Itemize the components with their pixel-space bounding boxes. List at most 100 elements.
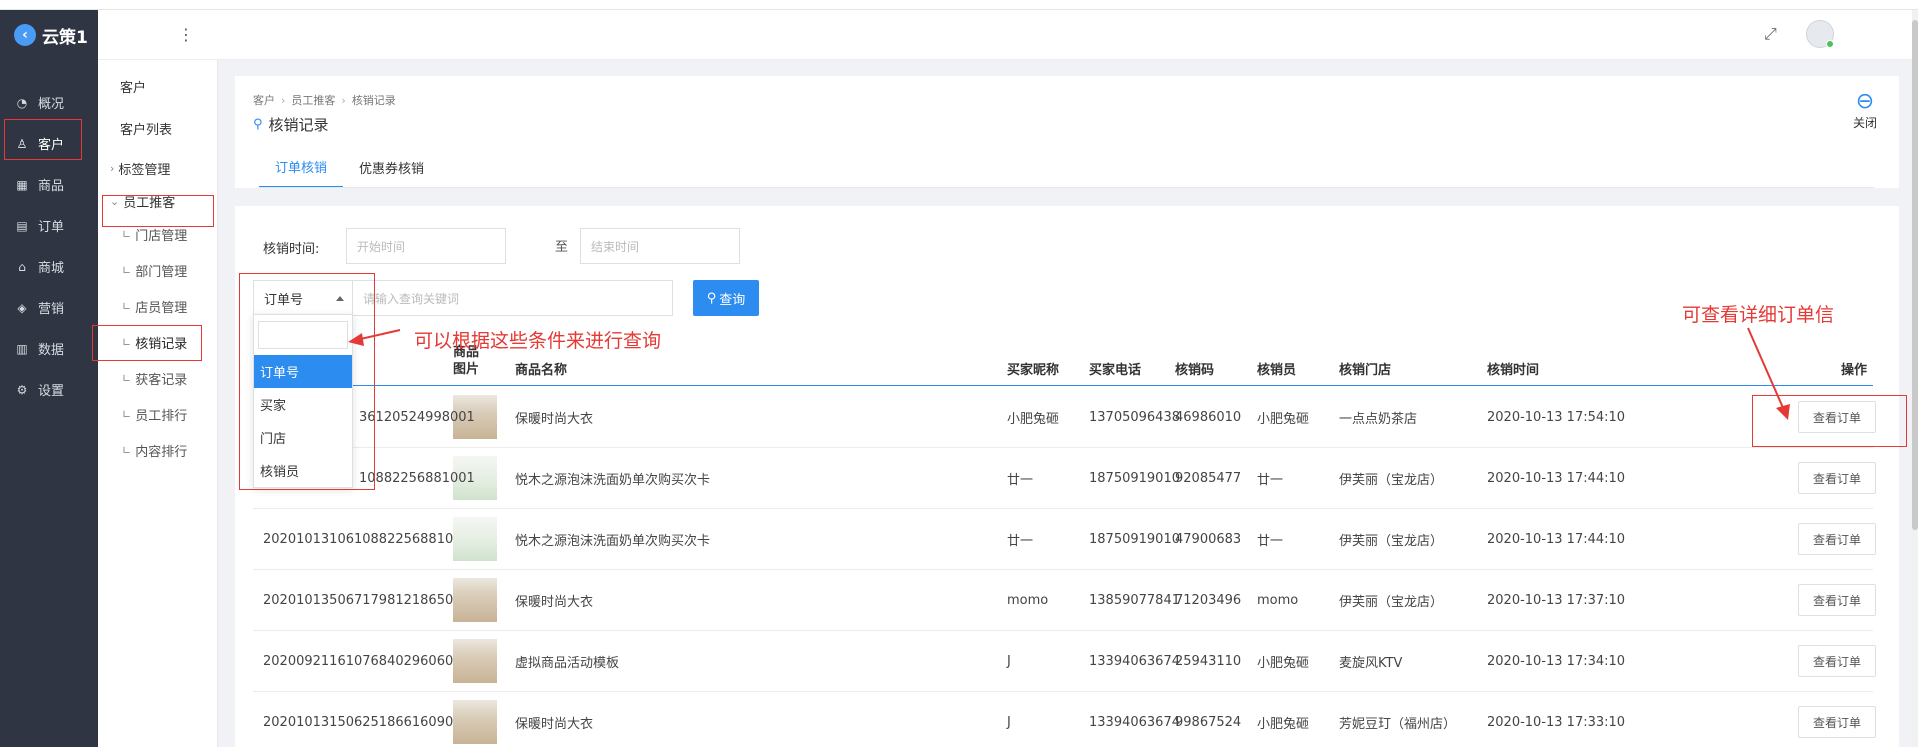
nav-item-overview[interactable]: ◔ 概况 (0, 82, 98, 123)
nav-item-mall[interactable]: ⌂ 商城 (0, 246, 98, 287)
writeoff-code: 71203496 (1175, 592, 1242, 608)
annotation-box-conditions (239, 273, 375, 490)
coat-thumbnail (453, 639, 497, 683)
app-logo[interactable]: ‹ 云策1 (0, 10, 98, 60)
tab-divider (259, 187, 1874, 188)
nav-item-orders[interactable]: ▤ 订单 (0, 205, 98, 246)
buyer-nickname: 小肥兔砸 (1007, 411, 1060, 427)
location-pin-icon: ⚲ (253, 117, 263, 132)
dashboard-icon: ◔ (16, 95, 28, 110)
ops-cell: 查看订单 (1798, 448, 1876, 508)
col-header-image: 商品 图片 (453, 345, 479, 386)
product-image (453, 570, 497, 630)
buyer-phone: 13394063674 (1089, 653, 1180, 669)
buyer-nickname: J (1007, 714, 1011, 730)
product-name: 悦木之源泡沫洗面奶单次购买次卡 (515, 533, 711, 549)
writeoff-time: 2020-10-13 17:33:10 (1487, 714, 1626, 730)
col-header-buyer: 买家昵称 (1007, 363, 1060, 378)
writeoff-time-label: 核销时间: (263, 242, 320, 257)
end-time-input[interactable]: 结束时间 (580, 228, 740, 264)
close-label: 关闭 (1852, 116, 1877, 130)
submenu-department-management[interactable]: ∟ 部门管理 (98, 252, 217, 288)
writeoff-staff: 小肥兔砸 (1257, 411, 1310, 427)
submenu-title: 客户 (120, 80, 147, 96)
nav-label: 设置 (38, 384, 65, 399)
submenu-customer-list[interactable]: 客户列表 (98, 110, 217, 146)
writeoff-time: 2020-10-13 17:44:10 (1487, 470, 1626, 486)
tree-branch-icon: ∟ (122, 263, 132, 277)
online-status-dot (1826, 40, 1834, 48)
nav-label: 订单 (38, 220, 65, 235)
to-label: 至 (555, 240, 569, 255)
tab-bar: 订单核销 优惠券核销 (259, 146, 440, 188)
calendar-icon: ▤ (16, 218, 28, 233)
buyer-phone: 18750919010 (1089, 531, 1180, 547)
writeoff-store: 伊芙丽（宝龙店） (1339, 533, 1444, 549)
col-header-code: 核销码 (1175, 363, 1215, 378)
nav-item-goods[interactable]: ▦ 商品 (0, 164, 98, 205)
fullscreen-icon[interactable]: ⤢ (1764, 24, 1777, 44)
view-order-button[interactable]: 查看订单 (1798, 523, 1876, 555)
submenu-clerk-management[interactable]: ∟ 店员管理 (98, 288, 217, 324)
submenu-content-ranking[interactable]: ∟ 内容排行 (98, 432, 217, 468)
writeoff-time: 2020-10-13 17:44:10 (1487, 531, 1626, 547)
writeoff-staff: 小肥兔砸 (1257, 655, 1310, 671)
scrollbar-thumb[interactable] (1912, 20, 1918, 530)
tab-order-writeoff[interactable]: 订单核销 (259, 146, 344, 188)
buyer-nickname: 廿一 (1007, 533, 1034, 549)
submenu-label: 员工排行 (135, 408, 188, 424)
writeoff-code: 99867524 (1175, 714, 1242, 730)
submenu-tag-management[interactable]: › 标签管理 (98, 150, 217, 186)
content-card: 核销时间: 开始时间 至 结束时间 订单号 请输入查询关键词 ⚲ 查询 商品 图… (235, 206, 1899, 747)
view-order-button[interactable]: 查看订单 (1798, 645, 1876, 677)
submenu-label: 店员管理 (135, 300, 188, 316)
vertical-scrollbar[interactable] (1912, 10, 1918, 747)
writeoff-code: 47900683 (1175, 531, 1242, 547)
tab-coupon-writeoff[interactable]: 优惠券核销 (343, 146, 440, 188)
start-time-input[interactable]: 开始时间 (346, 228, 506, 264)
writeoff-time: 2020-10-13 17:54:10 (1487, 409, 1626, 425)
tree-branch-icon: ∟ (122, 371, 132, 385)
submenu-staff-ranking[interactable]: ∟ 员工排行 (98, 396, 217, 432)
view-order-button[interactable]: 查看订单 (1798, 584, 1876, 616)
nav-item-data[interactable]: ▥ 数据 (0, 328, 98, 369)
ops-cell: 查看订单 (1798, 570, 1876, 630)
submenu-label: 部门管理 (135, 264, 188, 280)
buyer-nickname: J (1007, 653, 1011, 669)
view-order-button[interactable]: 查看订单 (1798, 462, 1876, 494)
product-image (453, 692, 497, 747)
buyer-phone: 13859077841 (1089, 592, 1180, 608)
annotation-box-employee (102, 195, 214, 227)
search-button[interactable]: ⚲ 查询 (693, 280, 759, 316)
breadcrumb-item[interactable]: 客户 (253, 94, 275, 107)
table-row: 20200921161076840296060​01 虚拟商品活动模板 J 13… (253, 631, 1876, 692)
close-button[interactable]: ⊖ 关闭 (1845, 90, 1885, 131)
breadcrumb-item[interactable]: 员工推客 (291, 94, 335, 107)
coat-thumbnail (453, 578, 497, 622)
grid-icon: ▦ (16, 177, 28, 192)
more-vertical-icon[interactable]: ⋮ (178, 25, 194, 44)
nav-label: 商城 (38, 261, 65, 276)
writeoff-store: 伊芙丽（宝龙店） (1339, 472, 1444, 488)
product-name: 保暖时尚大衣 (515, 411, 594, 427)
col-header-ops: 操作 (1841, 363, 1868, 378)
avatar[interactable] (1806, 20, 1834, 48)
search-label: 查询 (719, 292, 746, 308)
nav-label: 概况 (38, 97, 65, 112)
breadcrumb-item: 核销记录 (351, 94, 396, 107)
submenu-acquisition-records[interactable]: ∟ 获客记录 (98, 360, 217, 396)
nav-item-settings[interactable]: ⚙ 设置 (0, 369, 98, 410)
tree-branch-icon: ∟ (122, 299, 132, 313)
logo-icon: ‹ (14, 24, 36, 46)
view-order-button[interactable]: 查看订单 (1798, 706, 1876, 738)
col-header-phone: 买家电话 (1089, 363, 1142, 378)
writeoff-staff: 廿一 (1257, 533, 1284, 549)
app-name: 云策1 (42, 27, 88, 48)
breadcrumb-separator-icon: › (341, 94, 346, 107)
buyer-nickname: momo (1007, 592, 1049, 608)
annotation-box-view-order (1752, 395, 1907, 447)
keyword-input[interactable]: 请输入查询关键词 (353, 280, 673, 316)
order-number: 20200921161076840296060​01 (263, 653, 470, 669)
nav-item-marketing[interactable]: ◈ 营销 (0, 287, 98, 328)
writeoff-code: 25943110 (1175, 653, 1242, 669)
